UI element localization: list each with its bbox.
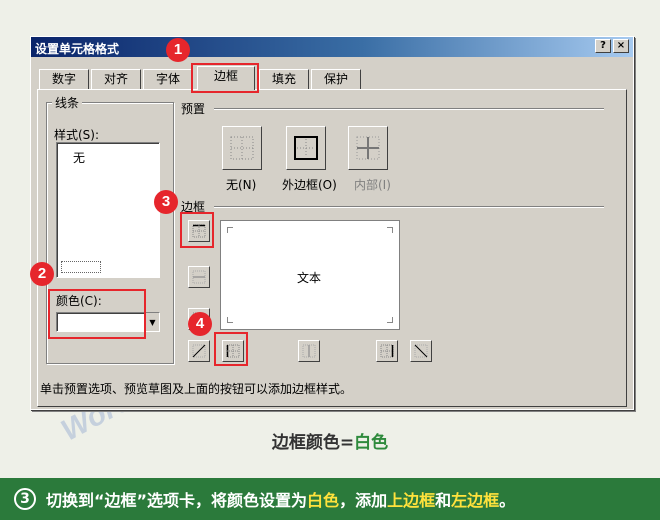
tab-number[interactable]: 数字 (39, 69, 89, 89)
tab-protection[interactable]: 保护 (311, 69, 361, 89)
preset-outline-icon (294, 136, 318, 160)
caption-prefix: 边框颜色= (271, 433, 355, 453)
preset-outline-label: 外边框(O) (282, 178, 337, 192)
tab-font[interactable]: 字体 (143, 69, 193, 89)
caption-highlight: 白色 (354, 433, 389, 453)
tab-fill[interactable]: 填充 (259, 69, 309, 89)
step-marker-3: 3 (154, 190, 178, 214)
preset-inside-label: 内部(I) (354, 178, 391, 192)
line-group-label: 线条 (52, 94, 83, 111)
border-inside-horizontal-icon (192, 270, 206, 284)
step-marker-2: 2 (30, 262, 54, 286)
border-inside-horizontal-button (188, 266, 210, 288)
border-diagonal-down-button[interactable] (410, 340, 432, 362)
border-divider (214, 206, 604, 208)
preview-corner (227, 317, 233, 323)
highlight-top-border-button (180, 212, 214, 248)
preset-none-button[interactable] (222, 126, 262, 170)
preview-corner (387, 317, 393, 323)
footer-highlight: 左边框 (451, 491, 500, 510)
presets-group-label: 预置 (178, 100, 209, 117)
preview-corner (387, 227, 393, 233)
border-tab-panel: 线条 样式(S): 无 颜色(C): ▼ 预置 无(N) 外边框(O) 内部(I… (37, 89, 627, 407)
border-right-button[interactable] (376, 340, 398, 362)
style-none-option[interactable]: 无 (73, 149, 85, 166)
preset-outline-button[interactable] (286, 126, 326, 170)
border-preview[interactable]: 文本 (220, 220, 400, 330)
border-diagonal-up-button[interactable] (188, 340, 210, 362)
footer-highlight: 白色 (307, 491, 340, 510)
footer-text: 和 (435, 491, 452, 510)
presets-divider (214, 108, 604, 110)
preset-none-label: 无(N) (226, 178, 257, 192)
instruction-footer: 3 切换到“边框”选项卡，将颜色设置为 白色 ，添加 上边框和左边框。 (0, 478, 660, 520)
preset-none-icon (230, 136, 254, 160)
style-dotted-option[interactable] (61, 261, 101, 273)
border-right-icon (380, 344, 394, 358)
preset-inside-icon (356, 136, 380, 160)
style-label: 样式(S): (54, 128, 100, 142)
step-marker-1: 1 (166, 38, 190, 62)
tab-alignment[interactable]: 对齐 (91, 69, 141, 89)
footer-text: 。 (499, 491, 516, 510)
dialog-titlebar: 设置单元格格式 ? × (31, 37, 633, 57)
tab-border[interactable]: 边框 (197, 66, 255, 90)
footer-highlight: 上边框 (387, 491, 436, 510)
footer-text: 切换到“边框”选项卡，将颜色设置为 (46, 491, 308, 510)
help-button[interactable]: ? (595, 39, 611, 53)
footer-step-number: 3 (14, 488, 36, 510)
line-style-list[interactable]: 无 (56, 142, 160, 278)
border-inside-vertical-button (298, 340, 320, 362)
diagonal-down-icon (414, 344, 428, 358)
footer-text: ，添加 (339, 491, 388, 510)
step-marker-4: 4 (188, 312, 212, 336)
preset-inside-button (348, 126, 388, 170)
caption: 边框颜色=白色 (0, 428, 660, 453)
close-button[interactable]: × (613, 39, 629, 53)
diagonal-up-icon (192, 344, 206, 358)
hint-text: 单击预置选项、预览草图及上面的按钮可以添加边框样式。 (40, 382, 353, 396)
dialog-title: 设置单元格格式 (35, 42, 120, 56)
highlight-color-dropdown (48, 289, 146, 339)
border-inside-vertical-icon (302, 344, 316, 358)
highlight-left-border-button (214, 332, 248, 366)
preview-corner (227, 227, 233, 233)
preview-text: 文本 (297, 271, 322, 285)
chevron-down-icon[interactable]: ▼ (145, 313, 159, 331)
format-cells-dialog: 设置单元格格式 ? × 数字 对齐 字体 边框 填充 保护 线条 样式(S): … (30, 36, 634, 410)
